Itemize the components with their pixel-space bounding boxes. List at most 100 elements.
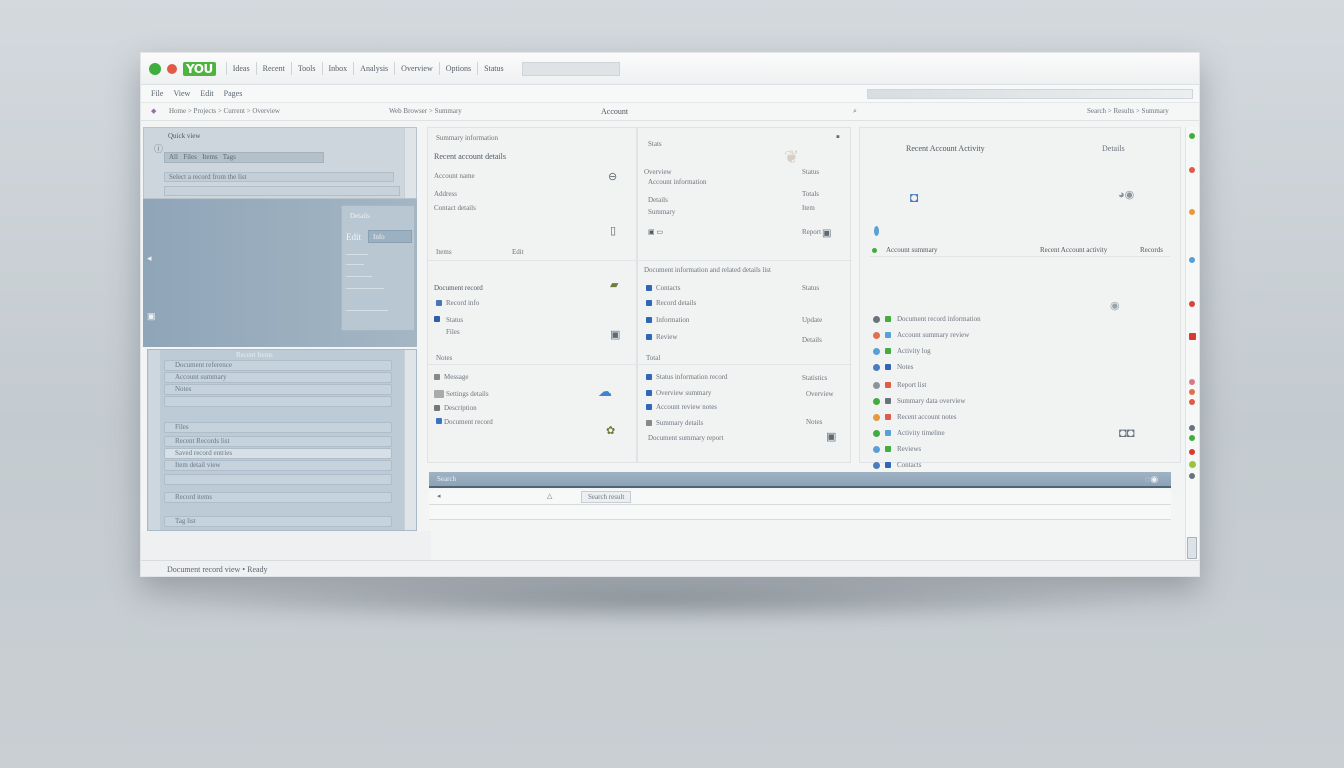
status-row[interactable]: Account review notes [656, 403, 717, 411]
list-item[interactable] [164, 396, 392, 407]
stats-bullet[interactable]: Summary [648, 208, 675, 216]
tab-files[interactable]: Files [183, 153, 197, 161]
activity-title-side[interactable]: Details [1102, 144, 1125, 153]
document-row[interactable]: Status [446, 316, 463, 324]
activity-row[interactable]: Reviews [859, 443, 1181, 457]
list-item[interactable]: Files [164, 422, 392, 433]
green-status-icon[interactable] [1189, 133, 1195, 139]
stats-bullet[interactable]: Account information [648, 178, 707, 186]
pink-status-icon[interactable] [1189, 379, 1195, 385]
list-item-selected[interactable]: Saved record entries [164, 448, 392, 459]
breadcrumb[interactable]: Home > Projects > Current > Overview [169, 107, 280, 115]
activity-row[interactable]: Account summary review [859, 329, 1181, 343]
bag-icon[interactable]: ◘◘ [1119, 426, 1135, 439]
activity-row[interactable]: Report list [859, 379, 1181, 393]
toolbar-view[interactable]: View [173, 89, 190, 98]
lock-icon[interactable]: ▣ [822, 228, 831, 239]
activity-row[interactable]: Recent account notes [859, 411, 1181, 425]
grid-icon[interactable]: ▣ [147, 311, 156, 322]
link-icon[interactable]: ⊖ [608, 172, 617, 183]
info-row[interactable]: Contacts [656, 284, 681, 292]
info-row[interactable]: Information [656, 316, 689, 324]
green-status-icon[interactable] [1189, 435, 1195, 441]
message-row[interactable]: Message [444, 373, 469, 381]
activity-row[interactable]: Document record information [859, 313, 1181, 327]
close-icon[interactable]: ▪ [836, 132, 840, 143]
activity-row[interactable]: Notes [859, 361, 1181, 375]
gray-status-icon[interactable] [1189, 473, 1195, 479]
folder-icon[interactable]: ▰ [610, 280, 618, 291]
list-item[interactable]: Notes [164, 384, 392, 395]
scroll-handle[interactable] [1187, 537, 1197, 559]
red-status-icon[interactable] [1189, 399, 1195, 405]
bag-icon[interactable]: ▣ [826, 432, 836, 443]
close-icon[interactable]: ◌◉ [1145, 474, 1158, 485]
message-row[interactable]: Document record [444, 418, 493, 426]
toolbar-edit[interactable]: Edit [200, 89, 213, 98]
breadcrumb-right[interactable]: Search > Results > Summary [1087, 107, 1169, 115]
menu-item-inbox[interactable]: Inbox [321, 62, 354, 75]
activity-row[interactable]: Contacts [859, 459, 1181, 473]
toggle-icon[interactable]: ◕◉ [1118, 190, 1134, 201]
tab-items[interactable]: Items [202, 153, 218, 161]
status-row[interactable]: Overview summary [656, 389, 711, 397]
list-scrollbar[interactable] [404, 350, 416, 530]
menu-item-ideas[interactable]: Ideas [225, 62, 256, 75]
list-item[interactable]: Account summary [164, 372, 392, 383]
message-row[interactable]: Description [444, 404, 477, 412]
list-item[interactable]: Tag list [164, 516, 392, 527]
toolbar-pages[interactable]: Pages [224, 89, 243, 98]
toolbar-file[interactable]: File [151, 89, 163, 98]
menu-item-status[interactable]: Status [477, 62, 510, 75]
nav-arrow-icon[interactable]: ◂ [147, 253, 152, 264]
empty-row[interactable] [164, 186, 400, 196]
menu-item-overview[interactable]: Overview [394, 62, 439, 75]
document-row[interactable]: Record info [446, 299, 479, 307]
document-row[interactable]: Files [446, 328, 460, 336]
breadcrumb-secondary[interactable]: Web Browser > Summary [389, 107, 462, 115]
list-item[interactable] [164, 474, 392, 485]
quick-view-scrollbar[interactable] [404, 128, 416, 198]
menu-item-tools[interactable]: Tools [290, 62, 322, 75]
red-status-icon[interactable] [1189, 167, 1195, 173]
bookmark-icon[interactable]: ◆ [151, 107, 156, 115]
red-status-icon[interactable] [1189, 301, 1195, 307]
tab-tags[interactable]: Tags [223, 153, 236, 161]
list-item[interactable]: Item detail view [164, 460, 392, 471]
list-item[interactable]: Document reference [164, 360, 392, 371]
lime-status-icon[interactable] [1189, 461, 1196, 468]
record-icon[interactable] [167, 63, 177, 74]
search-field[interactable]: Search result [581, 491, 632, 503]
selection-row[interactable]: Select a record from the list [164, 172, 394, 182]
list-item[interactable]: Record items [164, 492, 392, 503]
document-icon[interactable]: ▯ [610, 226, 616, 237]
activity-row[interactable]: Activity log [859, 345, 1181, 359]
cloud-icon[interactable]: ☁ [598, 384, 612, 398]
printer-icon[interactable]: ▣ [610, 330, 620, 341]
green-status-icon[interactable] [149, 62, 161, 75]
message-row[interactable]: Settings details [446, 390, 489, 398]
blue-status-icon[interactable] [1189, 257, 1195, 263]
tab-all[interactable]: All [169, 153, 178, 161]
search-back-icon[interactable]: ◂ [437, 492, 441, 500]
menu-item-recent[interactable]: Recent [255, 62, 291, 75]
stats-bullet[interactable]: Details [648, 196, 668, 204]
status-row[interactable]: Summary details [656, 419, 703, 427]
filter-icon[interactable]: ⌕ [853, 107, 857, 116]
info-icon[interactable]: ◉ [1110, 301, 1120, 312]
activity-row[interactable]: Summary data overview [859, 395, 1181, 409]
title-search-box[interactable] [521, 61, 620, 76]
menu-item-options[interactable]: Options [438, 62, 477, 75]
summary-footer-right[interactable]: Edit [512, 248, 524, 256]
stats-footer-right[interactable]: Report [802, 228, 821, 236]
orange-status-icon[interactable] [1189, 389, 1195, 395]
gray-status-icon[interactable] [1189, 425, 1195, 431]
orange-status-icon[interactable] [1189, 209, 1195, 215]
status-row[interactable]: Document summary report [648, 434, 723, 442]
info-row[interactable]: Record details [656, 299, 696, 307]
red-status-icon[interactable] [1189, 449, 1195, 455]
stats-bullet[interactable]: Overview [644, 168, 672, 176]
details-card-value[interactable]: Info [368, 230, 412, 243]
menu-item-analysis[interactable]: Analysis [353, 62, 394, 75]
info-row[interactable]: Review [656, 333, 677, 341]
